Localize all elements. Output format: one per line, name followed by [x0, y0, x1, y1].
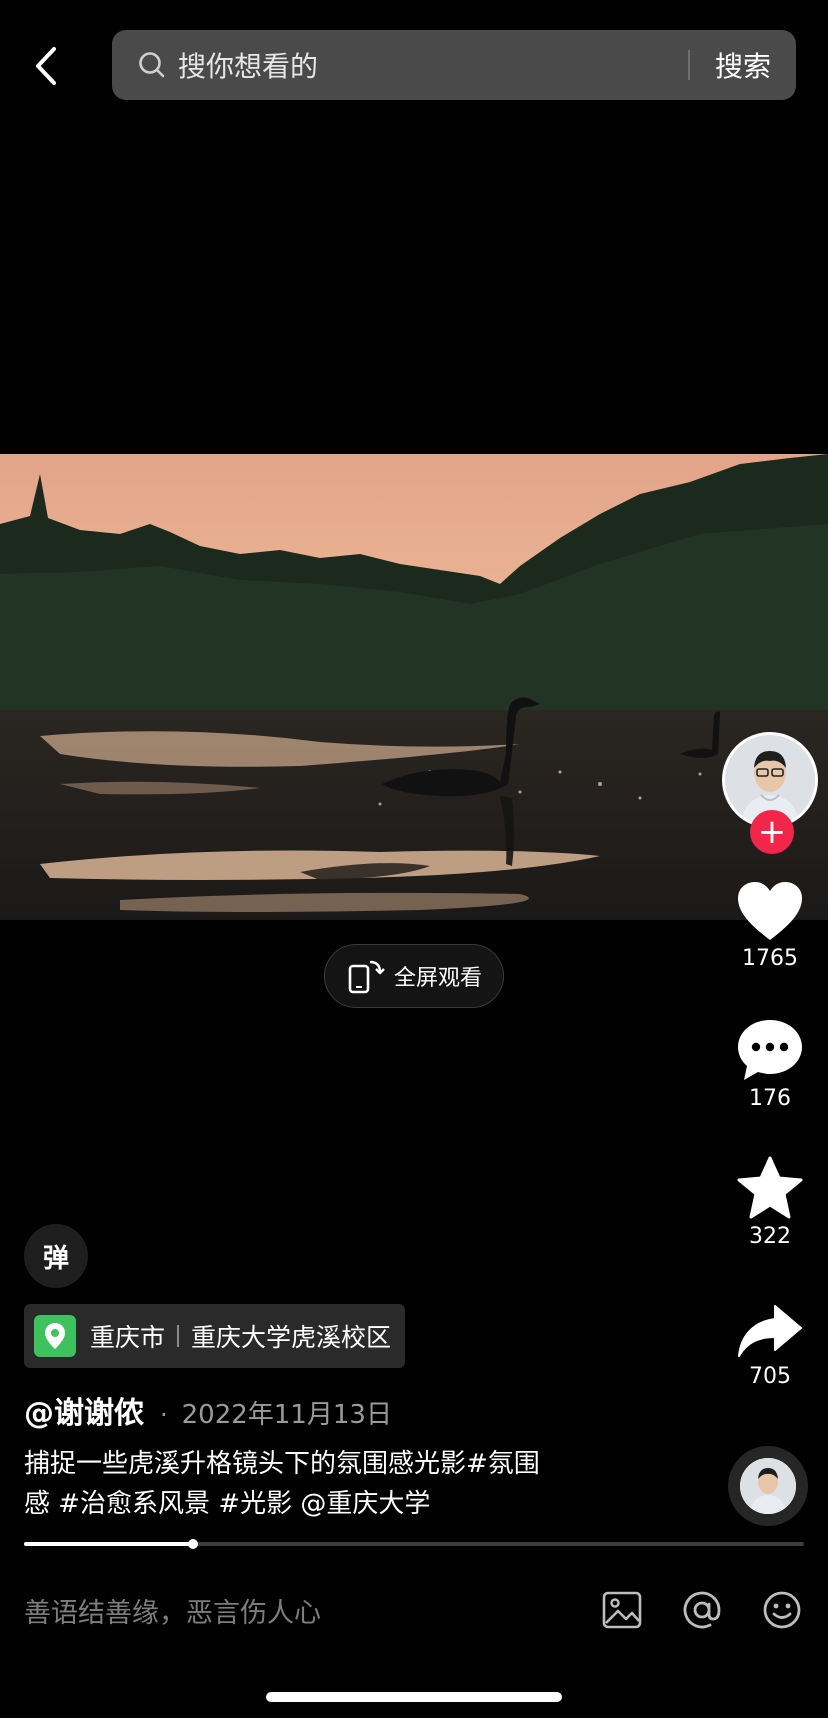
follow-button[interactable]: +	[750, 810, 794, 854]
like-button[interactable]: 1765	[730, 880, 810, 971]
post-caption: 捕捉一些虎溪升格镜头下的氛围感光影#氛围 感 #治愈系风景 #光影 @重庆大学	[24, 1444, 644, 1524]
comment-bar: 善语结善缘，恶言伤人心	[24, 1580, 804, 1640]
share-button[interactable]: 705	[730, 1302, 810, 1389]
comment-bubble-icon	[738, 1020, 802, 1080]
search-icon	[136, 49, 168, 81]
author-name[interactable]: @谢谢侬	[24, 1388, 144, 1432]
share-arrow-icon	[738, 1305, 802, 1357]
back-button[interactable]	[26, 44, 66, 88]
search-input[interactable]: 搜你想看的	[178, 45, 688, 85]
like-count: 1765	[742, 946, 798, 971]
image-icon[interactable]	[600, 1588, 644, 1632]
video-player[interactable]	[0, 454, 828, 920]
chevron-left-icon	[36, 47, 56, 85]
star-icon	[737, 1156, 803, 1219]
progress-handle[interactable]	[188, 1539, 199, 1549]
music-disc[interactable]	[728, 1446, 808, 1526]
favorite-count: 322	[749, 1224, 791, 1249]
location-city: 重庆市	[90, 1323, 166, 1352]
at-icon[interactable]	[680, 1588, 724, 1632]
author-line: @谢谢侬 · 2022年11月13日	[24, 1388, 392, 1432]
danmu-toggle-button[interactable]: 弹	[24, 1224, 88, 1288]
home-indicator	[266, 1692, 562, 1702]
comment-count: 176	[749, 1086, 791, 1111]
meta-separator: ·	[160, 1401, 168, 1429]
rotate-phone-icon	[348, 960, 385, 994]
caption-line: 感 #治愈系风景 #光影 @重庆大学	[24, 1489, 431, 1519]
progress-fill	[24, 1542, 194, 1546]
post-date: 2022年11月13日	[181, 1400, 392, 1430]
heart-icon	[738, 882, 802, 940]
location-tag[interactable]: 重庆市 重庆大学虎溪校区	[24, 1304, 406, 1368]
location-place: 重庆大学虎溪校区	[191, 1323, 392, 1352]
author-avatar[interactable]: +	[722, 732, 818, 854]
emoji-icon[interactable]	[760, 1588, 804, 1632]
comment-input[interactable]: 善语结善缘，恶言伤人心	[24, 1591, 564, 1630]
location-divider	[177, 1325, 180, 1347]
fullscreen-button[interactable]: 全屏观看	[324, 944, 504, 1008]
share-count: 705	[749, 1364, 791, 1389]
caption-line: 捕捉一些虎溪升格镜头下的氛围感光影#氛围	[24, 1449, 540, 1479]
playback-progress-bar[interactable]	[24, 1539, 804, 1549]
search-bar[interactable]: 搜你想看的 搜索	[112, 30, 796, 100]
fullscreen-label: 全屏观看	[393, 966, 482, 991]
comment-button[interactable]: 176	[730, 1018, 810, 1111]
favorite-button[interactable]: 322	[730, 1156, 810, 1249]
location-pin-icon	[34, 1315, 76, 1357]
music-avatar	[740, 1458, 796, 1514]
search-submit-button[interactable]: 搜索	[690, 45, 796, 85]
